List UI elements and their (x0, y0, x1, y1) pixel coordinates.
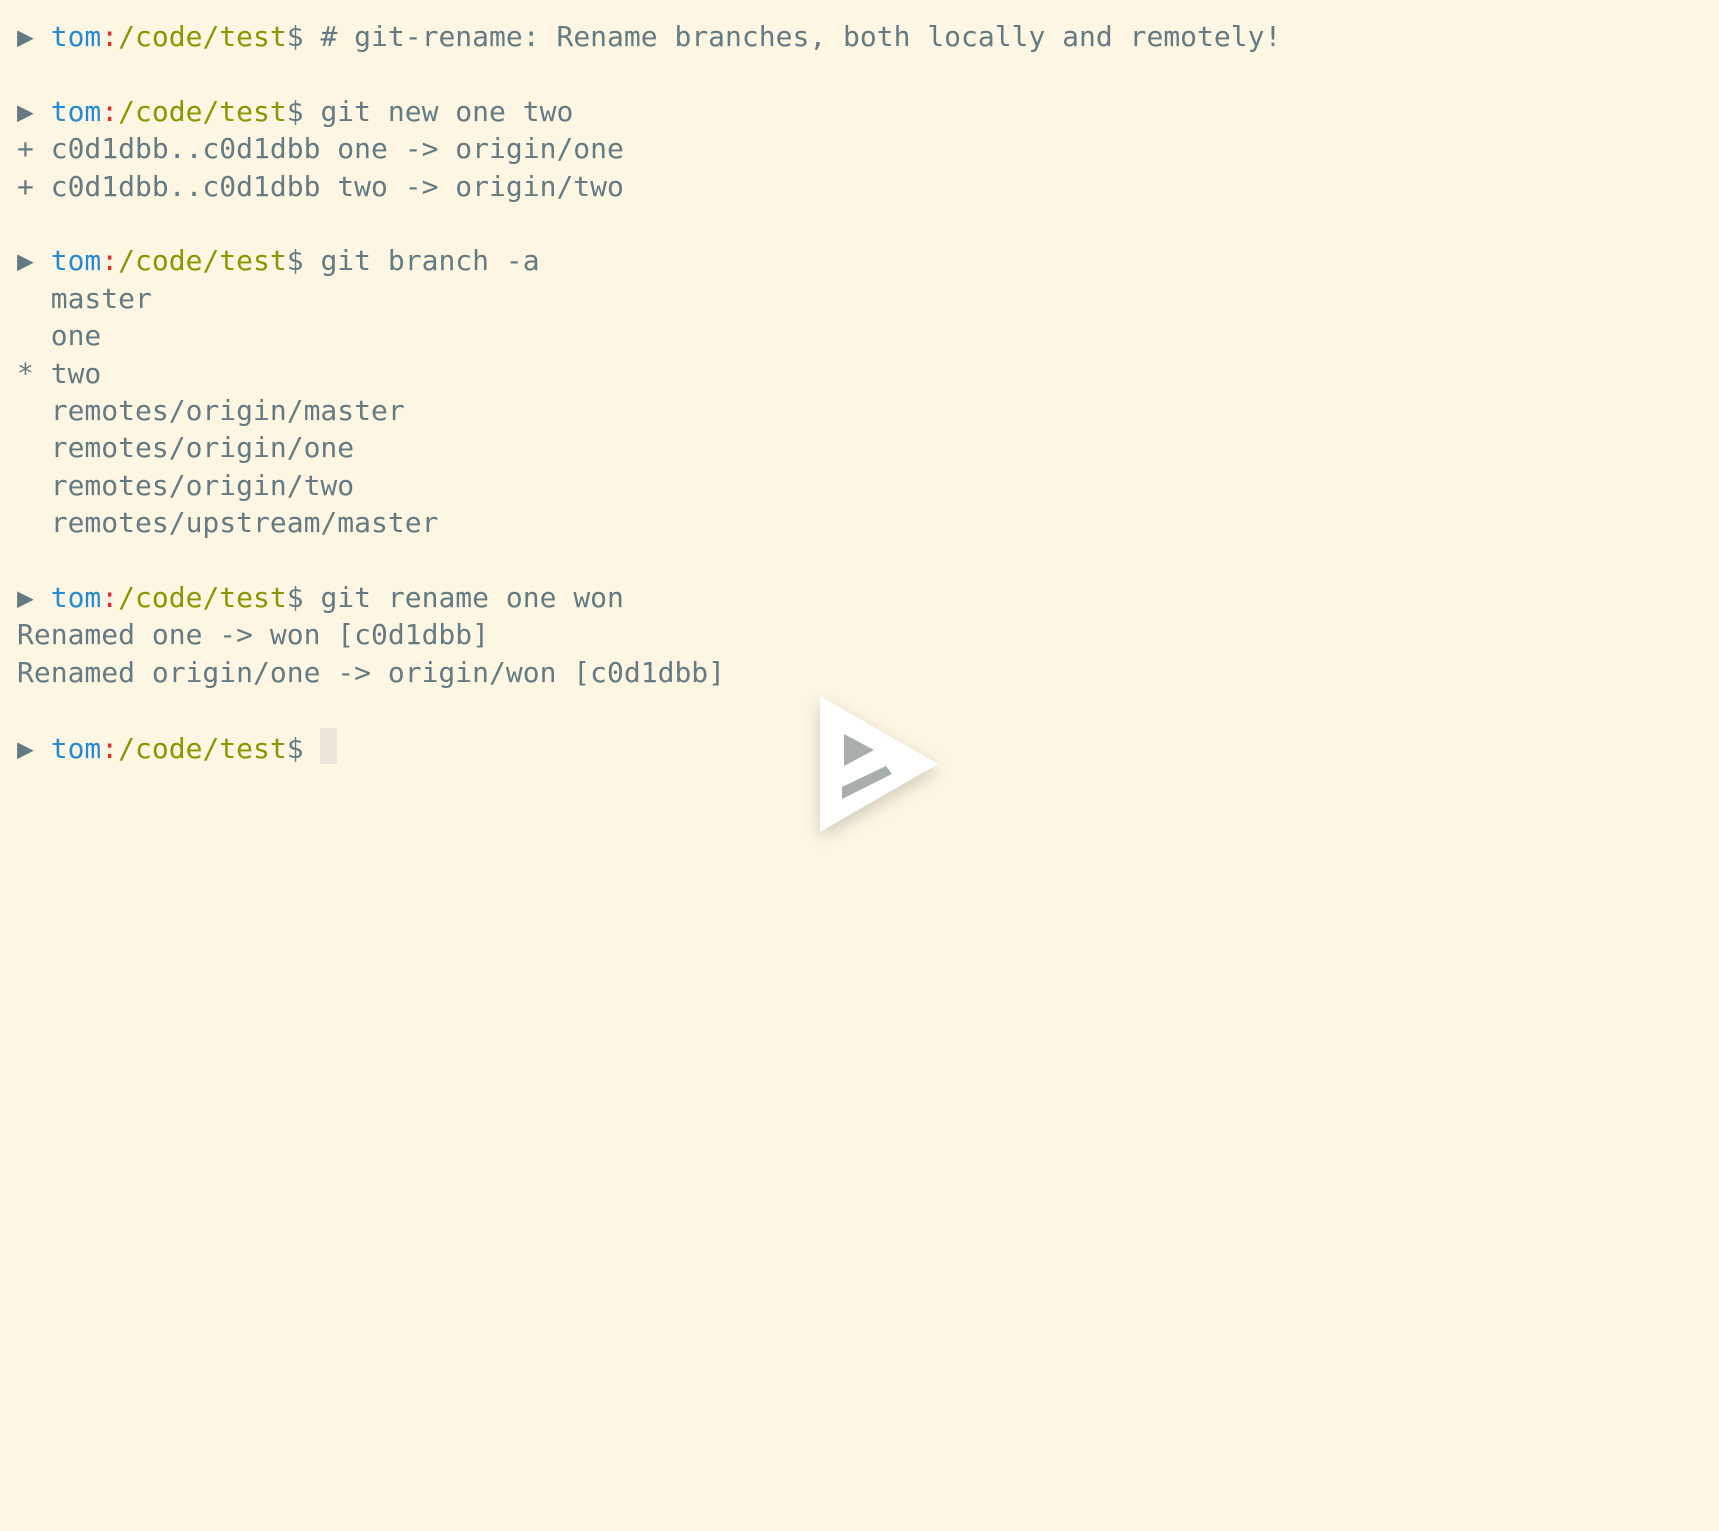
output-line: remotes/upstream/master (17, 506, 439, 540)
output-line: + c0d1dbb..c0d1dbb one -> origin/one (17, 132, 624, 166)
prompt-arrow-icon: ▶ (17, 732, 34, 766)
prompt-colon: : (101, 94, 119, 128)
play-button[interactable] (812, 692, 942, 840)
command-text: git rename one won (303, 580, 624, 614)
prompt-arrow-icon: ▶ (17, 580, 34, 614)
prompt-user: tom (50, 94, 102, 128)
prompt-colon: : (101, 244, 119, 278)
prompt-colon: : (101, 732, 119, 766)
prompt-user: tom (50, 244, 102, 278)
prompt-dollar: $ (286, 94, 304, 128)
prompt-line: ▶ tom:/code/test$ git branch -a (17, 242, 1719, 279)
output-line: + c0d1dbb..c0d1dbb two -> origin/two (17, 169, 624, 203)
terminal-cursor (320, 728, 338, 765)
output-line: one (17, 319, 102, 353)
command-text: # git-rename: Rename branches, both loca… (303, 20, 1282, 53)
output-line: remotes/origin/master (17, 393, 405, 427)
prompt-path: /code/test (118, 580, 287, 614)
prompt-line: ▶ tom:/code/test$ # git-rename: Rename b… (17, 18, 1719, 55)
output-line: Renamed one -> won [c0d1dbb] (17, 618, 490, 652)
prompt-colon: : (101, 20, 119, 53)
prompt-dollar: $ (286, 580, 304, 614)
prompt-user: tom (50, 580, 102, 614)
command-text: git branch -a (303, 244, 540, 278)
output-line: master (17, 281, 152, 315)
output-line: remotes/origin/two (17, 468, 355, 502)
prompt-colon: : (101, 580, 119, 614)
output-line: remotes/origin/one (17, 431, 355, 465)
prompt-user: tom (50, 732, 102, 766)
prompt-path: /code/test (118, 20, 287, 53)
prompt-dollar: $ (286, 244, 304, 278)
output-line: Renamed origin/one -> origin/won [c0d1db… (17, 655, 726, 689)
play-icon (820, 696, 938, 832)
prompt-user: tom (50, 20, 102, 53)
prompt-path: /code/test (118, 244, 287, 278)
prompt-arrow-icon: ▶ (17, 244, 34, 278)
command-text: git new one two (303, 94, 574, 128)
command-text (304, 732, 321, 765)
prompt-line: ▶ tom:/code/test$ git rename one won (17, 579, 1719, 616)
prompt-arrow-icon: ▶ (17, 94, 34, 128)
output-line: * two (17, 356, 102, 390)
prompt-arrow-icon: ▶ (17, 20, 34, 53)
prompt-dollar: $ (286, 20, 304, 53)
prompt-path: /code/test (118, 732, 287, 766)
prompt-dollar: $ (286, 732, 304, 766)
prompt-path: /code/test (118, 94, 287, 128)
prompt-line: ▶ tom:/code/test$ git new one two (17, 93, 1719, 130)
